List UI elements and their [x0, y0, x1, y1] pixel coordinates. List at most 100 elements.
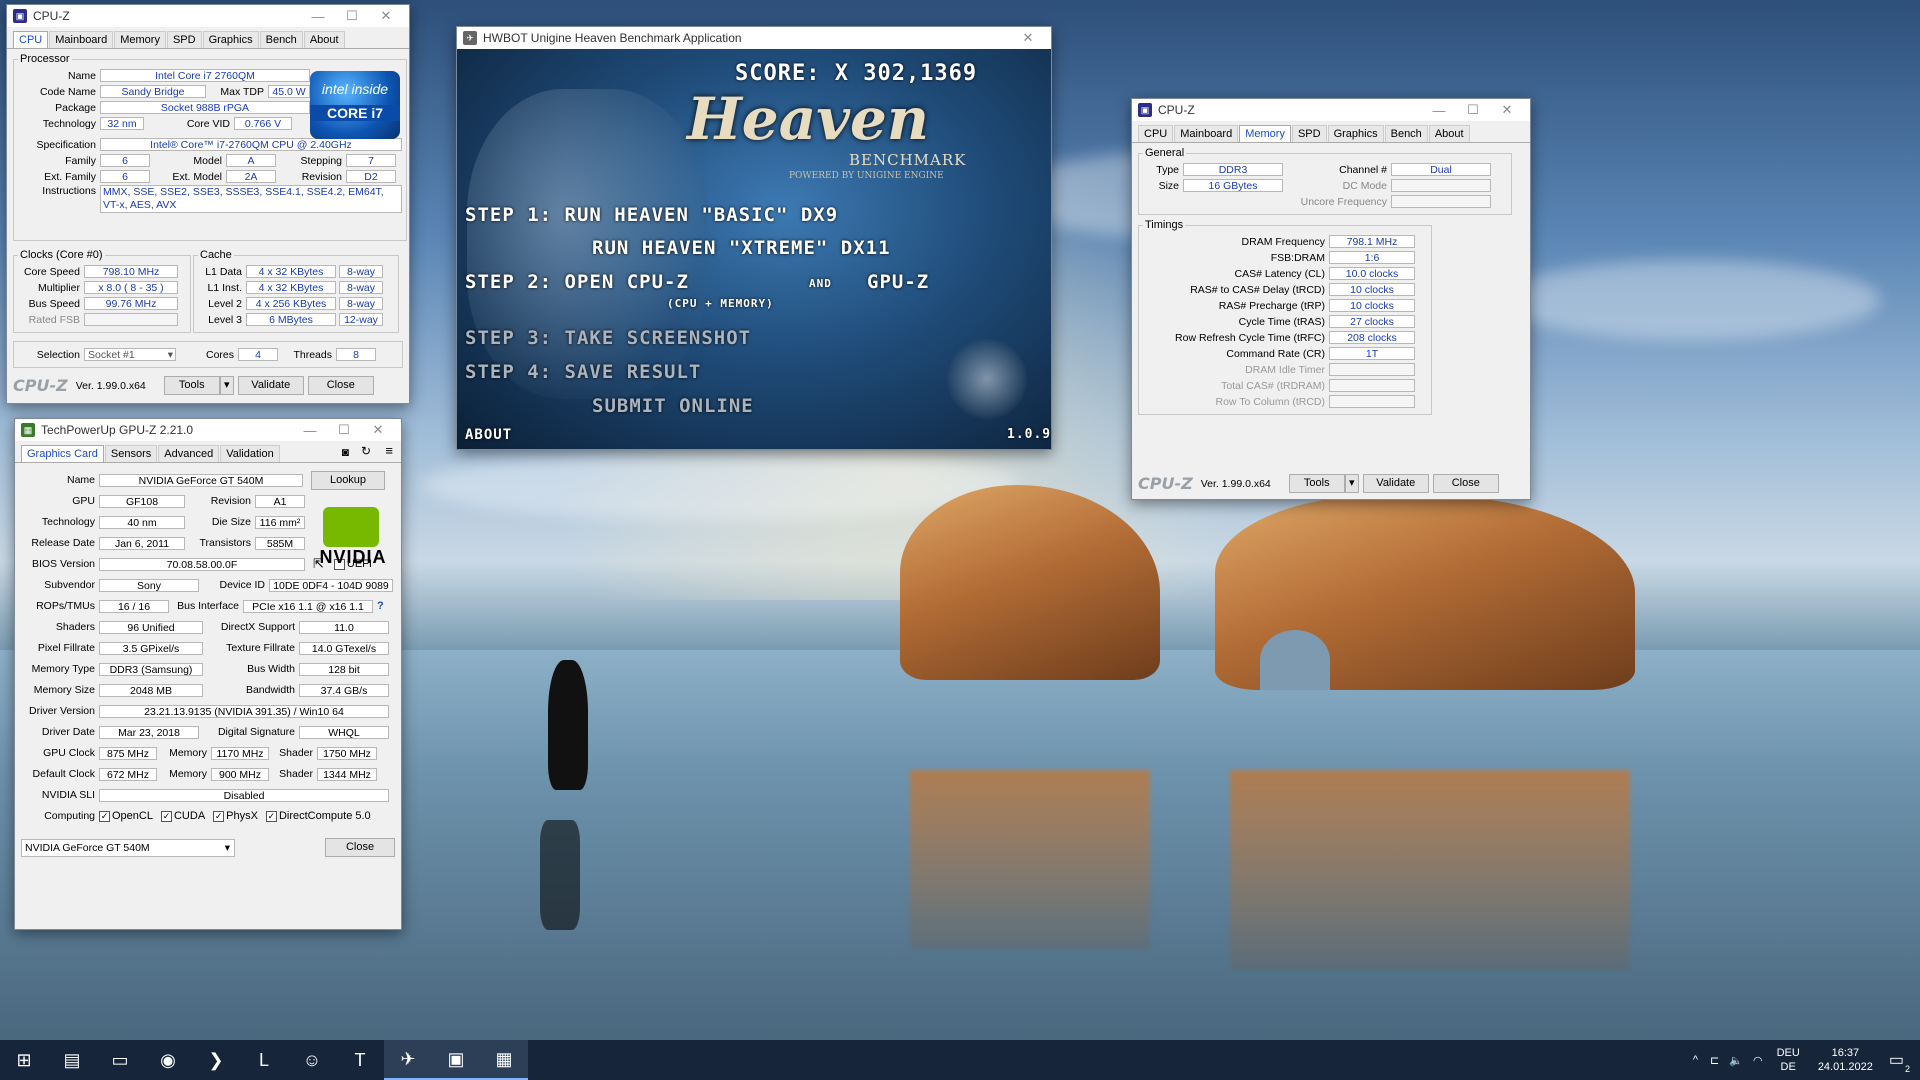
memsize-value: 2048 MB [99, 683, 203, 697]
minimize-icon[interactable]: — [1422, 103, 1456, 118]
opencl-checkbox[interactable]: ✓ [99, 810, 110, 822]
cuda-checkbox[interactable]: ✓ [160, 810, 172, 822]
socket-select[interactable]: Socket #1 ▾ [84, 348, 176, 361]
minimize-icon[interactable]: — [293, 423, 327, 438]
about-button[interactable]: ABOUT [465, 427, 512, 443]
timing-label: DRAM Frequency [1241, 235, 1325, 248]
tab-bench[interactable]: Bench [1384, 125, 1428, 142]
model-value: A [226, 154, 276, 167]
lookup-button[interactable]: Lookup [311, 470, 385, 490]
app-t-icon[interactable]: T [336, 1040, 384, 1080]
shader-label: Shader [279, 768, 313, 780]
tab-bench[interactable]: Bench [259, 31, 303, 48]
heaven-app-icon[interactable]: ✈ [384, 1040, 432, 1080]
transistors-label: Transistors [199, 537, 251, 549]
tab-spd[interactable]: SPD [1291, 125, 1327, 142]
gpuz-titlebar[interactable]: ▦ TechPowerUp GPU-Z 2.21.0 — ☐ ✕ [15, 419, 401, 441]
menu-icon[interactable]: ≡ [385, 443, 393, 458]
gpuz-app-icon[interactable]: ▦ [480, 1040, 528, 1080]
type-value: DDR3 [1183, 163, 1283, 176]
language-primary: DEU [1776, 1047, 1800, 1059]
tab-graphics-card[interactable]: Graphics Card [21, 445, 104, 462]
uncore-value [1391, 195, 1491, 208]
timings-group: Timings DRAM Frequency 798.1 MHz FSB:DRAM 1… [1138, 219, 1432, 415]
heaven-window: ✈ HWBOT Unigine Heaven Benchmark Applica… [456, 26, 1052, 450]
driverdate-value: Mar 23, 2018 [99, 725, 199, 739]
tab-cpu[interactable]: CPU [13, 31, 49, 48]
directcompute-label: DirectCompute 5.0 [278, 810, 371, 822]
cloud [420, 450, 1020, 520]
file-explorer-icon[interactable]: ▭ [96, 1040, 144, 1080]
cpuz-app-icon[interactable]: ▣ [432, 1040, 480, 1080]
tools-button[interactable]: Tools [163, 376, 220, 395]
clock[interactable]: 16:37 24.01.2022 [1818, 1046, 1873, 1074]
powershell-icon[interactable]: ❯ [192, 1040, 240, 1080]
runner-reflection [540, 820, 580, 930]
tab-graphics[interactable]: Graphics [1327, 125, 1384, 142]
robot-illustration [947, 339, 1027, 419]
tab-memory[interactable]: Memory [114, 31, 166, 48]
defclock-value: 672 MHz [99, 767, 157, 781]
chrome-icon[interactable]: ◉ [144, 1040, 192, 1080]
close-icon[interactable]: ✕ [361, 422, 395, 438]
tab-cpu[interactable]: CPU [1138, 125, 1174, 142]
close-button[interactable]: Close [1432, 474, 1499, 493]
discord-icon[interactable]: ☺ [288, 1040, 336, 1080]
tab-advanced[interactable]: Advanced [158, 445, 220, 462]
tab-memory[interactable]: Memory [1239, 125, 1291, 142]
validate-button[interactable]: Validate [237, 376, 304, 395]
cloud [1500, 260, 1880, 340]
notification-center[interactable]: ▭ 2 [1889, 1050, 1910, 1074]
timing-label: Row Refresh Cycle Time (tRFC) [1175, 331, 1325, 344]
gpuz-footer: NVIDIA GeForce GT 540M ▾ Close [15, 834, 401, 861]
technology-value: 40 nm [99, 515, 185, 529]
tools-dropdown-icon[interactable]: ▾ [219, 376, 234, 395]
close-icon[interactable]: ✕ [369, 8, 403, 24]
multiplier-label: Multiplier [37, 281, 80, 294]
general-group: General Type DDR3 Channel # Dual Size 16 GBy… [1138, 147, 1512, 215]
tools-dropdown-icon[interactable]: ▾ [1344, 474, 1359, 493]
cpuz-memory-titlebar[interactable]: ▣ CPU-Z — ☐ ✕ [1132, 99, 1530, 121]
tab-about[interactable]: About [303, 31, 345, 48]
tab-mainboard[interactable]: Mainboard [49, 31, 114, 48]
start-button[interactable]: ⊞ [0, 1040, 48, 1080]
timing-value: 10 clocks [1329, 299, 1415, 312]
directcompute-checkbox[interactable]: ✓ [265, 810, 277, 822]
notepad-app-icon[interactable]: ▤ [48, 1040, 96, 1080]
heaven-logo-text: Heaven [687, 85, 930, 153]
help-icon[interactable]: ? [377, 600, 384, 612]
gpuclock-label: GPU Clock [43, 747, 95, 759]
tab-spd[interactable]: SPD [166, 31, 202, 48]
volume-icon[interactable]: 🔈 [1729, 1054, 1743, 1067]
shaders-label: Shaders [55, 621, 95, 633]
tools-button[interactable]: Tools [1288, 474, 1345, 493]
refresh-icon[interactable]: ↻ [361, 444, 371, 458]
minimize-icon[interactable]: — [301, 9, 335, 24]
cpuz-cpu-titlebar[interactable]: ▣ CPU-Z — ☐ ✕ [7, 5, 409, 27]
tray-chevron-icon[interactable]: ^ [1693, 1054, 1698, 1066]
tab-about[interactable]: About [1428, 125, 1470, 142]
tab-validation[interactable]: Validation [220, 445, 280, 462]
network-icon[interactable]: ⊏ [1710, 1054, 1719, 1067]
close-icon[interactable]: ✕ [1490, 102, 1524, 118]
family-label: Family [65, 154, 96, 167]
technology-label: Technology [42, 117, 96, 130]
camera-icon[interactable]: ◙ [342, 445, 349, 459]
heaven-titlebar[interactable]: ✈ HWBOT Unigine Heaven Benchmark Applica… [457, 27, 1051, 49]
tab-sensors[interactable]: Sensors [104, 445, 158, 462]
cpuz-version: Ver. 1.99.0.x64 [75, 379, 146, 392]
wifi-icon[interactable]: ◠ [1753, 1054, 1763, 1067]
tab-graphics[interactable]: Graphics [202, 31, 259, 48]
timing-label: RAS# Precharge (tRP) [1218, 299, 1325, 312]
physx-checkbox[interactable]: ✓ [213, 810, 225, 822]
heaven-content: SCORE: X 302,1369 Heaven BENCHMARK POWER… [457, 49, 1051, 449]
close-icon[interactable]: ✕ [1011, 30, 1045, 46]
taskbar: ⊞ ▤ ▭ ◉ ❯ L ☺ T ✈ ▣ ▦ ^ ⊏ 🔈 ◠ DEU DE 16:37 24.01.… [0, 1040, 1920, 1080]
tab-mainboard[interactable]: Mainboard [1174, 125, 1239, 142]
close-button[interactable]: Close [325, 838, 395, 857]
app-l-icon[interactable]: L [240, 1040, 288, 1080]
close-button[interactable]: Close [307, 376, 374, 395]
gpu-select[interactable]: NVIDIA GeForce GT 540M ▾ [21, 838, 235, 857]
language-indicator[interactable]: DEU DE [1777, 1046, 1800, 1074]
validate-button[interactable]: Validate [1362, 474, 1429, 493]
